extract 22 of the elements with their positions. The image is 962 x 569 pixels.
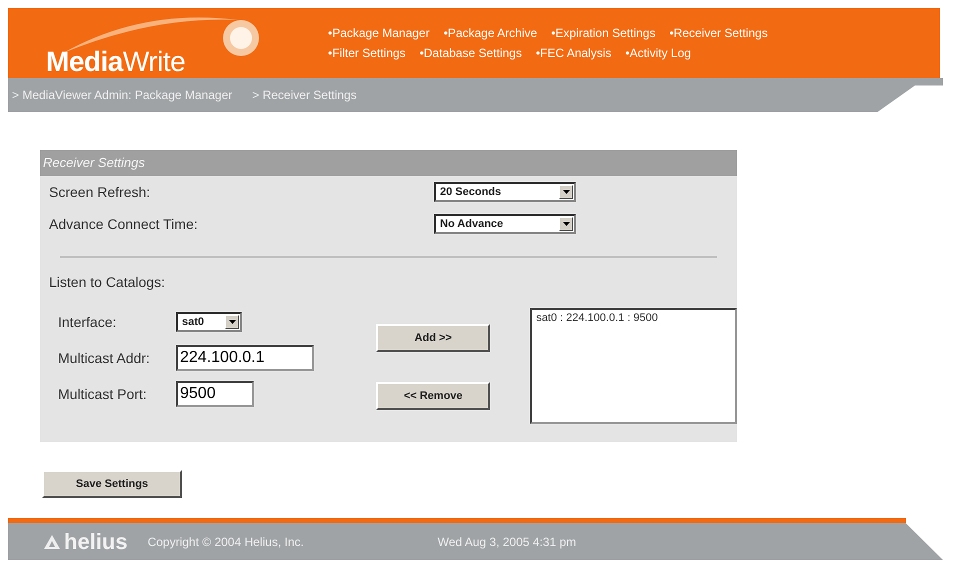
panel-title: Receiver Settings (40, 150, 737, 176)
field-label: Multicast Addr: (58, 350, 151, 366)
dropdown[interactable]: No Advance (434, 214, 576, 234)
section-label: Listen to Catalogs: (48, 274, 166, 290)
catalog-list[interactable]: sat0 : 224.100.0.1 : 9500 (530, 308, 737, 424)
date-time: Wed Aug 3, 2005 4:31 pm (438, 534, 576, 548)
list-item[interactable]: sat0 : 224.100.0.1 : 9500 (536, 312, 731, 324)
save-button[interactable]: Save Settings (42, 470, 182, 498)
triangle-logo-icon (44, 534, 60, 548)
dropdown[interactable]: sat0 (176, 312, 242, 332)
field-label: Interface: (58, 314, 118, 330)
add-button[interactable]: Add >> (376, 324, 490, 352)
address-field[interactable]: 224.100.0.1 (176, 345, 314, 371)
remove-button[interactable]: << Remove (376, 382, 490, 410)
copyright-text: Copyright © 2004 Helius, Inc. (148, 534, 305, 548)
port-field[interactable]: 9500 (176, 381, 254, 407)
footer-brand: helius (64, 528, 128, 554)
dropdown[interactable]: 20 Seconds (434, 182, 576, 202)
setting-label: Screen Refresh: (49, 184, 152, 200)
logo-text: MediaWrite (46, 46, 186, 78)
setting-label: Advance Connect Time: (49, 216, 199, 232)
field-label: Multicast Port: (58, 386, 148, 402)
